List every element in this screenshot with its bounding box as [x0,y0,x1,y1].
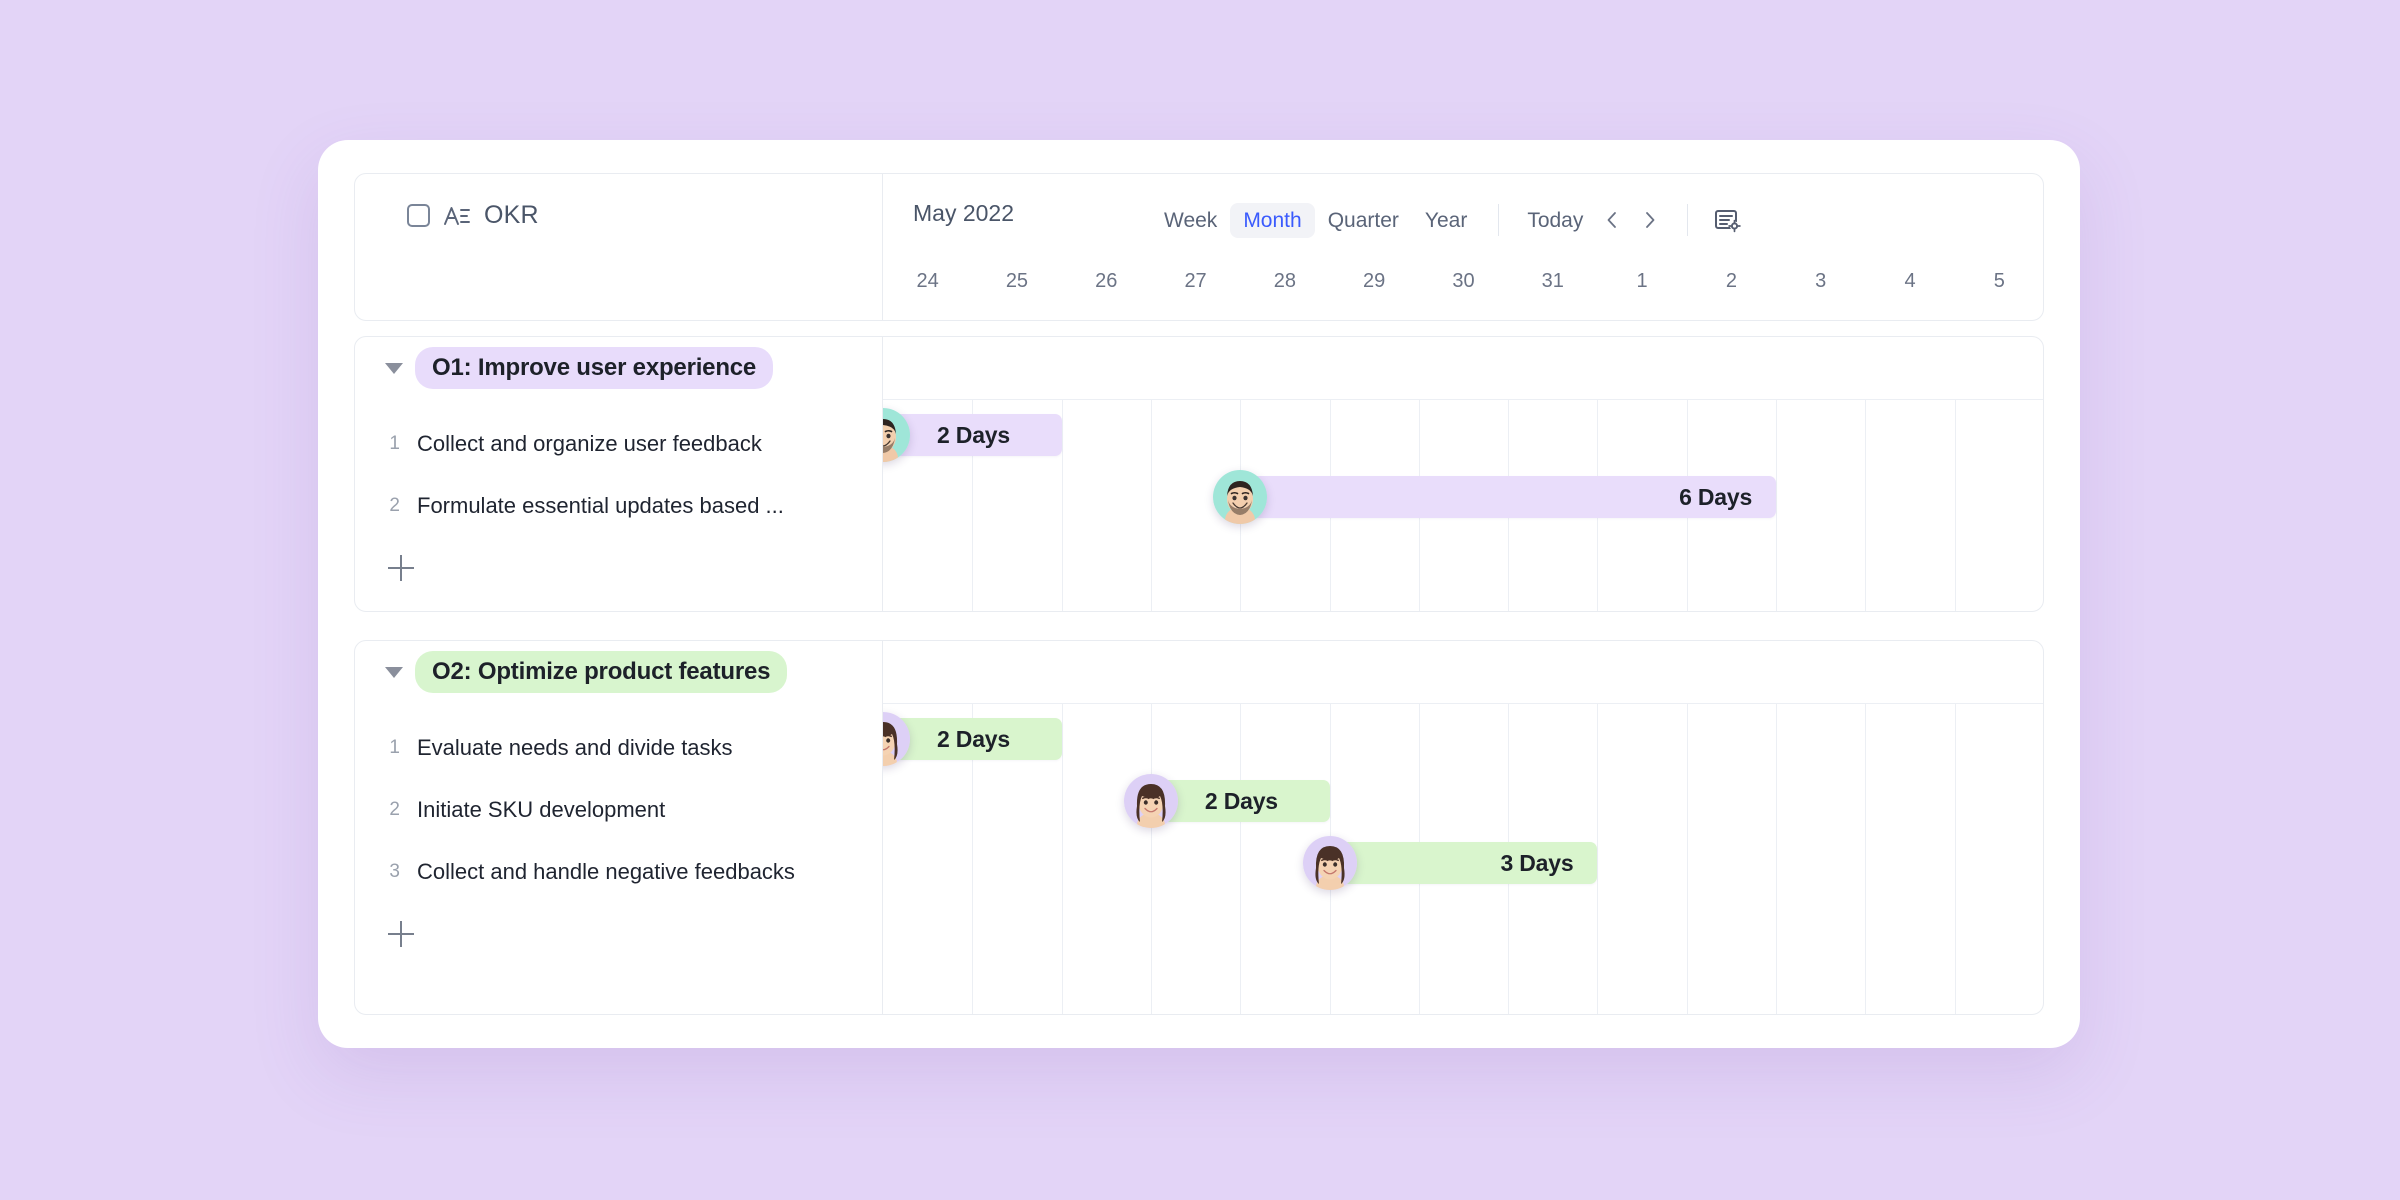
collapse-caret-icon[interactable] [385,666,403,678]
group-timeline-column: 2 Days 6 Days [883,337,2043,611]
add-task-button[interactable] [388,555,414,581]
bar-duration-label: 2 Days [937,421,1010,448]
group-panel-o1: O1: Improve user experience 1 Collect and … [354,336,2044,612]
add-task-button[interactable] [388,921,414,947]
page-title: OKR [484,201,539,229]
avatar-woman-lavender-icon[interactable] [1303,836,1357,890]
date-cell: 4 [1904,270,1916,292]
select-all-checkbox[interactable] [407,204,430,227]
today-button[interactable]: Today [1517,203,1593,238]
gridline [1061,400,1063,611]
task-row[interactable]: 3 Collect and handle negative feedbacks [355,841,882,903]
current-month-label: May 2022 [913,200,1015,226]
task-index: 2 [389,799,400,820]
gantt-bar[interactable]: 2 Days [883,414,1062,456]
date-cell: 2 [1725,270,1737,292]
controls-divider-1 [1498,204,1500,236]
timeline-controls: Week Month Quarter Year Today [1151,198,1748,242]
gridline [1061,704,1063,1014]
group-title-pill[interactable]: O2: Optimize product features [415,651,788,693]
app-window: OKR May 2022 Week Month Quarter Year Tod… [318,140,2080,1048]
add-task-row[interactable] [355,907,882,961]
timeline-grid: 2 Days 6 Days [883,399,2043,611]
task-row[interactable]: 2 Initiate SKU development [355,779,882,841]
task-row[interactable]: 1 Collect and organize user feedback [355,413,882,475]
range-year-button[interactable]: Year [1412,203,1480,238]
group-panel-o2: O2: Optimize product features 1 Evaluate n… [354,640,2044,1015]
date-cell: 24 [916,270,939,292]
gridline [1954,400,1956,611]
next-period-button[interactable] [1631,201,1669,239]
header-right-column: May 2022 Week Month Quarter Year Today 2… [883,174,2043,320]
collapse-caret-icon[interactable] [385,362,403,374]
header-panel: OKR May 2022 Week Month Quarter Year Tod… [354,173,2044,321]
task-name: Collect and handle negative feedbacks [417,859,795,884]
gridline [1686,704,1688,1014]
range-quarter-button[interactable]: Quarter [1315,203,1412,238]
gridline [1240,704,1242,1014]
task-row[interactable]: 2 Formulate essential updates based ... [355,475,882,537]
gantt-bar[interactable]: 3 Days [1330,842,1598,884]
date-cell: 28 [1273,270,1296,292]
prev-period-button[interactable] [1593,201,1631,239]
date-cell: 26 [1095,270,1118,292]
task-name: Collect and organize user feedback [417,431,762,456]
date-cell: 29 [1363,270,1386,292]
bar-duration-label: 6 Days [1679,483,1753,510]
gridline [1150,400,1152,611]
group-title-pill[interactable]: O1: Improve user experience [415,347,774,389]
header-left-column: OKR [355,174,883,320]
task-name: Formulate essential updates based ... [417,493,784,518]
task-name: Initiate SKU development [417,797,666,822]
avatar-woman-lavender-icon[interactable] [1124,774,1178,828]
avatar-woman-lavender-icon[interactable] [883,712,910,766]
bar-duration-label: 3 Days [1500,849,1574,876]
gantt-bar[interactable]: 2 Days [1151,780,1330,822]
bar-duration-label: 2 Days [937,725,1010,752]
gridline [1776,704,1778,1014]
gridline [1865,704,1867,1014]
text-format-icon [444,206,470,225]
gantt-bar[interactable]: 2 Days [883,718,1062,760]
date-cell: 5 [1993,270,2005,292]
date-cell: 31 [1541,270,1564,292]
group-timeline-column: 2 Days 2 Days 3 Days [883,641,2043,1014]
okr-title-row: OKR [407,201,539,230]
chevron-right-icon [1646,212,1655,228]
gantt-bar[interactable]: 6 Days [1240,476,1777,518]
add-task-row[interactable] [355,541,882,595]
date-ruler: 24 25 26 27 28 29 30 31 1 2 3 4 5 [883,262,2043,322]
gridline [1150,704,1152,1014]
group-header-o1: O1: Improve user experience [355,337,882,399]
range-month-button[interactable]: Month [1230,202,1315,238]
date-cell: 25 [1005,270,1029,292]
group-left-column: O1: Improve user experience 1 Collect and … [355,337,883,611]
avatar-man-teal-icon[interactable] [1213,470,1267,524]
task-index: 1 [389,433,400,454]
controls-divider-2 [1687,204,1689,236]
date-cell: 27 [1184,270,1207,292]
gridline [1865,400,1867,611]
task-row[interactable]: 1 Evaluate needs and divide tasks [355,717,882,779]
list-settings-icon [1715,210,1742,233]
date-cell: 1 [1636,270,1648,292]
timeline-grid: 2 Days 2 Days 3 Days [883,703,2043,1014]
chevron-left-icon [1607,212,1617,228]
task-name: Evaluate needs and divide tasks [417,735,733,760]
gridline [1597,704,1599,1014]
display-settings-button[interactable] [1706,199,1748,241]
bar-duration-label: 2 Days [1204,787,1278,814]
date-cell: 3 [1815,270,1827,292]
avatar-man-teal-icon[interactable] [883,408,910,462]
group-header-o2: O2: Optimize product features [355,641,882,703]
gridline [1954,704,1956,1014]
range-week-button[interactable]: Week [1151,203,1230,238]
task-index: 2 [389,495,400,516]
task-index: 3 [389,861,400,882]
task-index: 1 [389,737,400,758]
gridline [1776,400,1778,611]
date-cell: 30 [1452,270,1475,292]
group-left-column: O2: Optimize product features 1 Evaluate n… [355,641,883,1014]
